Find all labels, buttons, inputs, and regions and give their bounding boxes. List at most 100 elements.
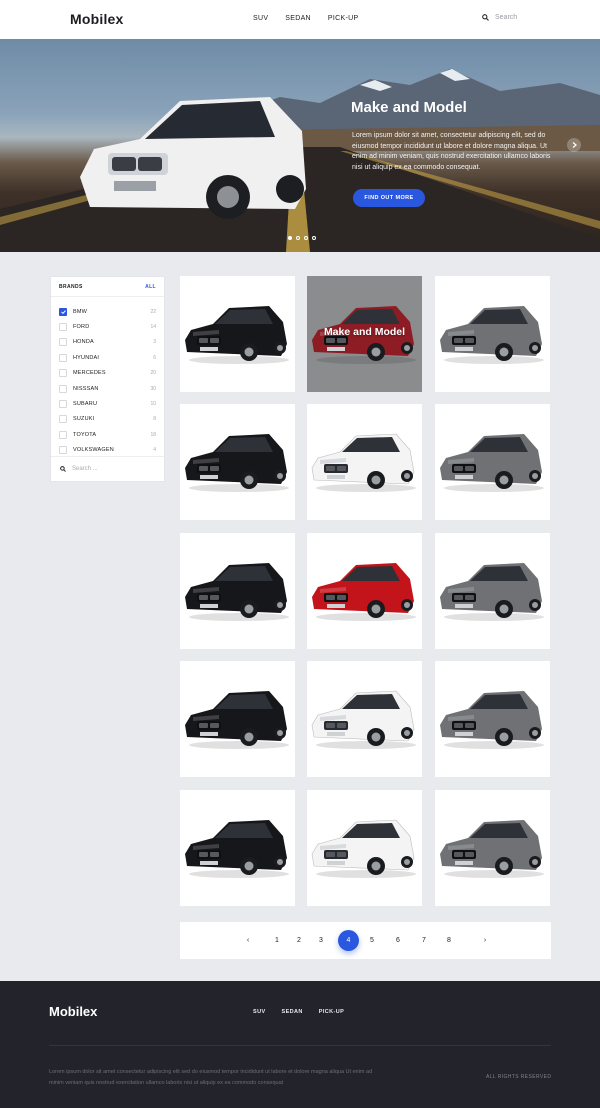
brand-name: MERCEDES — [73, 370, 106, 377]
hero-banner: Make and Model Lorem ipsum dolor sit ame… — [0, 39, 600, 252]
brand-checkbox[interactable] — [59, 400, 67, 409]
brand-checkbox[interactable] — [59, 415, 67, 424]
brand-name: SUBARU — [73, 401, 98, 408]
footer-nav-suv[interactable]: SUV — [253, 1009, 266, 1015]
page-7-button[interactable]: 7 — [419, 922, 429, 959]
car-card[interactable] — [435, 533, 550, 649]
pagination-prev-button[interactable]: ‹ — [242, 922, 254, 959]
brand-checkbox[interactable] — [59, 338, 67, 347]
car-card[interactable] — [180, 790, 295, 906]
hero-title: Make and Model — [351, 99, 467, 116]
footer-logo[interactable]: Mobilex — [49, 1004, 97, 1019]
car-image — [440, 434, 544, 492]
brand-item-nisssan[interactable]: NISSSAN 30 — [51, 381, 164, 396]
car-card[interactable] — [307, 661, 422, 777]
header-search-input[interactable]: Search — [495, 14, 517, 21]
brand-checkbox[interactable] — [59, 369, 67, 378]
filter-all-link[interactable]: ALL — [145, 284, 156, 290]
hero-next-button[interactable] — [567, 138, 581, 152]
footer-text: Lorem ipsum dolor sit amet consectetur a… — [49, 1069, 373, 1086]
search-icon — [60, 466, 66, 472]
brand-checkbox[interactable] — [59, 307, 67, 316]
slider-dot-4[interactable] — [312, 236, 316, 240]
search-icon — [482, 14, 489, 21]
logo[interactable]: Mobilex — [70, 11, 124, 27]
brand-checkbox[interactable] — [59, 446, 67, 455]
main-nav: SUV SEDAN PICK-UP — [253, 15, 358, 22]
brand-item-mercedes[interactable]: MERCEDES 20 — [51, 366, 164, 381]
car-card[interactable] — [435, 276, 550, 392]
car-card[interactable]: Make and Model — [307, 276, 422, 392]
brand-checkbox[interactable] — [59, 323, 67, 332]
brand-item-honda[interactable]: HONDA 3 — [51, 335, 164, 350]
brand-name: HONDA — [73, 339, 94, 346]
car-card[interactable] — [435, 404, 550, 520]
nav-suv[interactable]: SUV — [253, 15, 268, 22]
brand-item-suzuki[interactable]: SUZUKI 8 — [51, 412, 164, 427]
page-2-button[interactable]: 2 — [294, 922, 304, 959]
car-card[interactable] — [307, 533, 422, 649]
brand-count: 14 — [150, 324, 156, 331]
brand-item-bmw[interactable]: BMW 22 — [51, 304, 164, 319]
find-out-more-button[interactable]: FIND OUT MORE — [353, 189, 425, 207]
car-image — [311, 819, 416, 878]
footer-nav-sedan[interactable]: SEDAN — [282, 1009, 303, 1015]
car-card[interactable] — [307, 790, 422, 906]
car-image — [185, 563, 289, 621]
brand-search-input[interactable]: Search ... — [72, 466, 98, 472]
brand-checkbox[interactable] — [59, 384, 67, 393]
car-card[interactable] — [180, 404, 295, 520]
header-search[interactable]: Search — [482, 14, 517, 21]
page-1-button[interactable]: 1 — [272, 922, 282, 959]
page-8-button[interactable]: 8 — [444, 922, 454, 959]
car-image — [185, 820, 289, 878]
nav-pick-up[interactable]: PICK-UP — [328, 15, 359, 22]
page-4-button[interactable]: 4 — [338, 930, 359, 951]
brand-count: 8 — [153, 416, 156, 423]
brand-checkbox[interactable] — [59, 430, 67, 439]
slider-dot-3[interactable] — [304, 236, 308, 240]
brand-item-ford[interactable]: FORD 14 — [51, 319, 164, 334]
car-image — [440, 563, 544, 621]
brand-list: BMW 22 FORD 14 HONDA 3 HYUNDAI 6 MERCEDES 20 NISSS… — [51, 297, 164, 458]
car-card[interactable] — [435, 661, 550, 777]
car-card[interactable] — [435, 790, 550, 906]
brand-item-toyota[interactable]: TOYOTA 18 — [51, 427, 164, 442]
brand-count: 10 — [150, 401, 156, 408]
car-image — [185, 306, 289, 364]
brand-checkbox[interactable] — [59, 353, 67, 362]
pagination-next-button[interactable]: › — [479, 922, 491, 959]
car-card-title: Make and Model — [323, 326, 406, 338]
page-5-button[interactable]: 5 — [367, 922, 377, 959]
brand-name: SUZUKI — [73, 416, 95, 423]
car-image — [311, 690, 416, 749]
nav-sedan[interactable]: SEDAN — [285, 15, 311, 22]
brand-search[interactable]: Search ... — [51, 456, 164, 481]
slider-dot-2[interactable] — [296, 236, 300, 240]
page-6-button[interactable]: 6 — [393, 922, 403, 959]
car-image — [185, 691, 289, 749]
top-header: Mobilex SUV SEDAN PICK-UP Search — [0, 0, 600, 39]
footer-nav-pick-up[interactable]: PICK-UP — [319, 1009, 344, 1015]
page-3-button[interactable]: 3 — [316, 922, 326, 959]
brand-count: 3 — [153, 339, 156, 346]
pagination: ‹ 1 2 3 4 5 6 7 8 › — [180, 922, 551, 959]
brand-item-hyundai[interactable]: HYUNDAI 6 — [51, 350, 164, 365]
footer-divider — [49, 1045, 551, 1046]
brand-filter-panel: BRANDS ALL BMW 22 FORD 14 HONDA 3 HYUNDAI 6 MERC… — [50, 276, 165, 482]
car-card[interactable] — [180, 661, 295, 777]
slider-dot-1[interactable] — [288, 236, 292, 240]
car-image — [440, 306, 544, 364]
car-card[interactable] — [180, 276, 295, 392]
check-icon — [60, 309, 66, 314]
brand-name: BMW — [73, 308, 88, 315]
hero-description: Lorem ipsum dolor sit amet, consectetur … — [352, 132, 551, 171]
car-card[interactable] — [180, 533, 295, 649]
brand-count: 20 — [150, 370, 156, 377]
car-image — [185, 434, 289, 492]
footer: Mobilex SUV SEDAN PICK-UP Lorem ipsum do… — [0, 981, 600, 1108]
car-card[interactable] — [307, 404, 422, 520]
brand-item-subaru[interactable]: SUBARU 10 — [51, 396, 164, 411]
brand-name: HYUNDAI — [73, 354, 100, 361]
brand-name: VOLKSWAGEN — [73, 447, 114, 454]
